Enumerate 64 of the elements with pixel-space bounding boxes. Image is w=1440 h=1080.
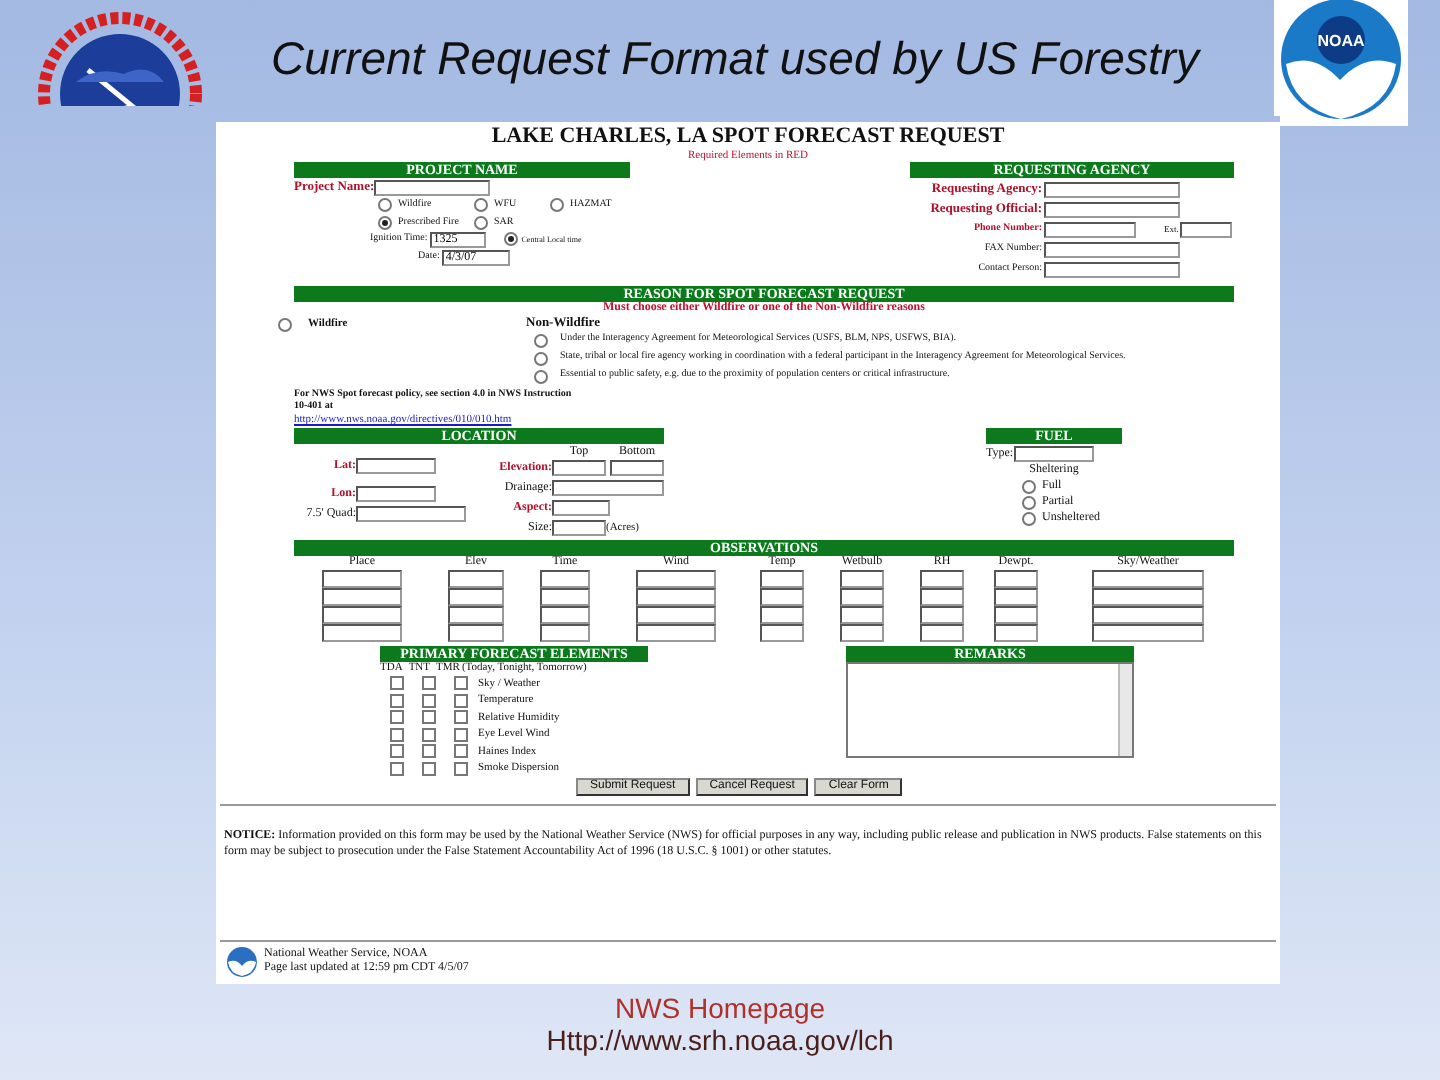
homepage-url[interactable]: Http://www.srh.noaa.gov/lch — [0, 1024, 1440, 1056]
radio-button[interactable] — [503, 232, 518, 247]
input-field[interactable] — [1044, 261, 1180, 278]
input-field[interactable] — [760, 569, 804, 588]
checkbox[interactable] — [421, 710, 435, 725]
checkbox[interactable] — [453, 744, 467, 759]
radio-button[interactable] — [1022, 496, 1036, 511]
checkbox[interactable] — [453, 676, 467, 691]
scrollbar[interactable] — [1118, 663, 1132, 756]
checkbox[interactable] — [421, 693, 435, 708]
checkbox[interactable] — [453, 761, 467, 776]
noaa-logo-icon: NOAA — [1274, 0, 1408, 125]
checkbox[interactable] — [421, 761, 435, 776]
radio-button[interactable] — [474, 215, 488, 230]
checkbox[interactable] — [421, 676, 435, 691]
radio-button[interactable] — [550, 197, 564, 212]
input-field[interactable] — [374, 179, 491, 196]
input-field[interactable] — [1013, 446, 1094, 463]
homepage-label: NWS Homepage — [612, 992, 828, 1024]
input-field[interactable] — [1092, 569, 1204, 588]
input-field[interactable] — [356, 486, 436, 503]
input-field[interactable] — [610, 460, 664, 477]
checkbox[interactable] — [389, 710, 403, 725]
input-field[interactable] — [636, 569, 716, 588]
input-field[interactable] — [552, 460, 606, 477]
radio-button[interactable] — [278, 317, 292, 332]
input-field[interactable] — [448, 569, 504, 588]
radio-button[interactable] — [1022, 480, 1036, 495]
radio-button[interactable] — [534, 352, 548, 367]
input-field[interactable] — [552, 500, 610, 517]
input-field[interactable] — [356, 458, 436, 475]
radio-button[interactable] — [1022, 512, 1036, 527]
input-field[interactable] — [552, 520, 606, 537]
input-field[interactable] — [322, 569, 402, 588]
radio-button[interactable] — [378, 215, 392, 230]
input-field[interactable] — [1044, 221, 1136, 238]
input-field[interactable] — [920, 569, 964, 588]
checkbox[interactable] — [389, 693, 403, 708]
checkbox[interactable] — [453, 693, 467, 708]
checkbox[interactable] — [453, 710, 467, 725]
input-field[interactable] — [540, 569, 590, 588]
input-field[interactable] — [840, 569, 884, 588]
checkbox[interactable] — [453, 727, 467, 742]
input-field[interactable] — [552, 480, 664, 497]
checkbox[interactable] — [389, 727, 403, 742]
checkbox[interactable] — [389, 744, 403, 759]
input-field[interactable] — [1044, 201, 1180, 218]
slide-title: Current Request Format used by US Forestry — [269, 31, 1203, 85]
form-title: LAKE CHARLES, LA SPOT FORECAST REQUEST — [489, 124, 1007, 150]
input-field[interactable] — [994, 569, 1038, 588]
input-field[interactable] — [1180, 221, 1233, 238]
input-field[interactable] — [1044, 241, 1180, 258]
checkbox[interactable] — [389, 761, 403, 776]
remarks-textarea[interactable] — [846, 661, 1134, 758]
checkbox[interactable] — [389, 676, 403, 691]
radio-button[interactable] — [534, 334, 548, 349]
radio-button[interactable] — [534, 370, 548, 385]
noaa-logo-icon — [226, 946, 258, 978]
input-field[interactable] — [356, 506, 466, 523]
radio-button[interactable] — [474, 197, 488, 212]
checkbox[interactable] — [421, 727, 435, 742]
radio-button[interactable] — [378, 197, 392, 212]
input-field[interactable] — [1044, 181, 1180, 198]
checkbox[interactable] — [421, 744, 435, 759]
